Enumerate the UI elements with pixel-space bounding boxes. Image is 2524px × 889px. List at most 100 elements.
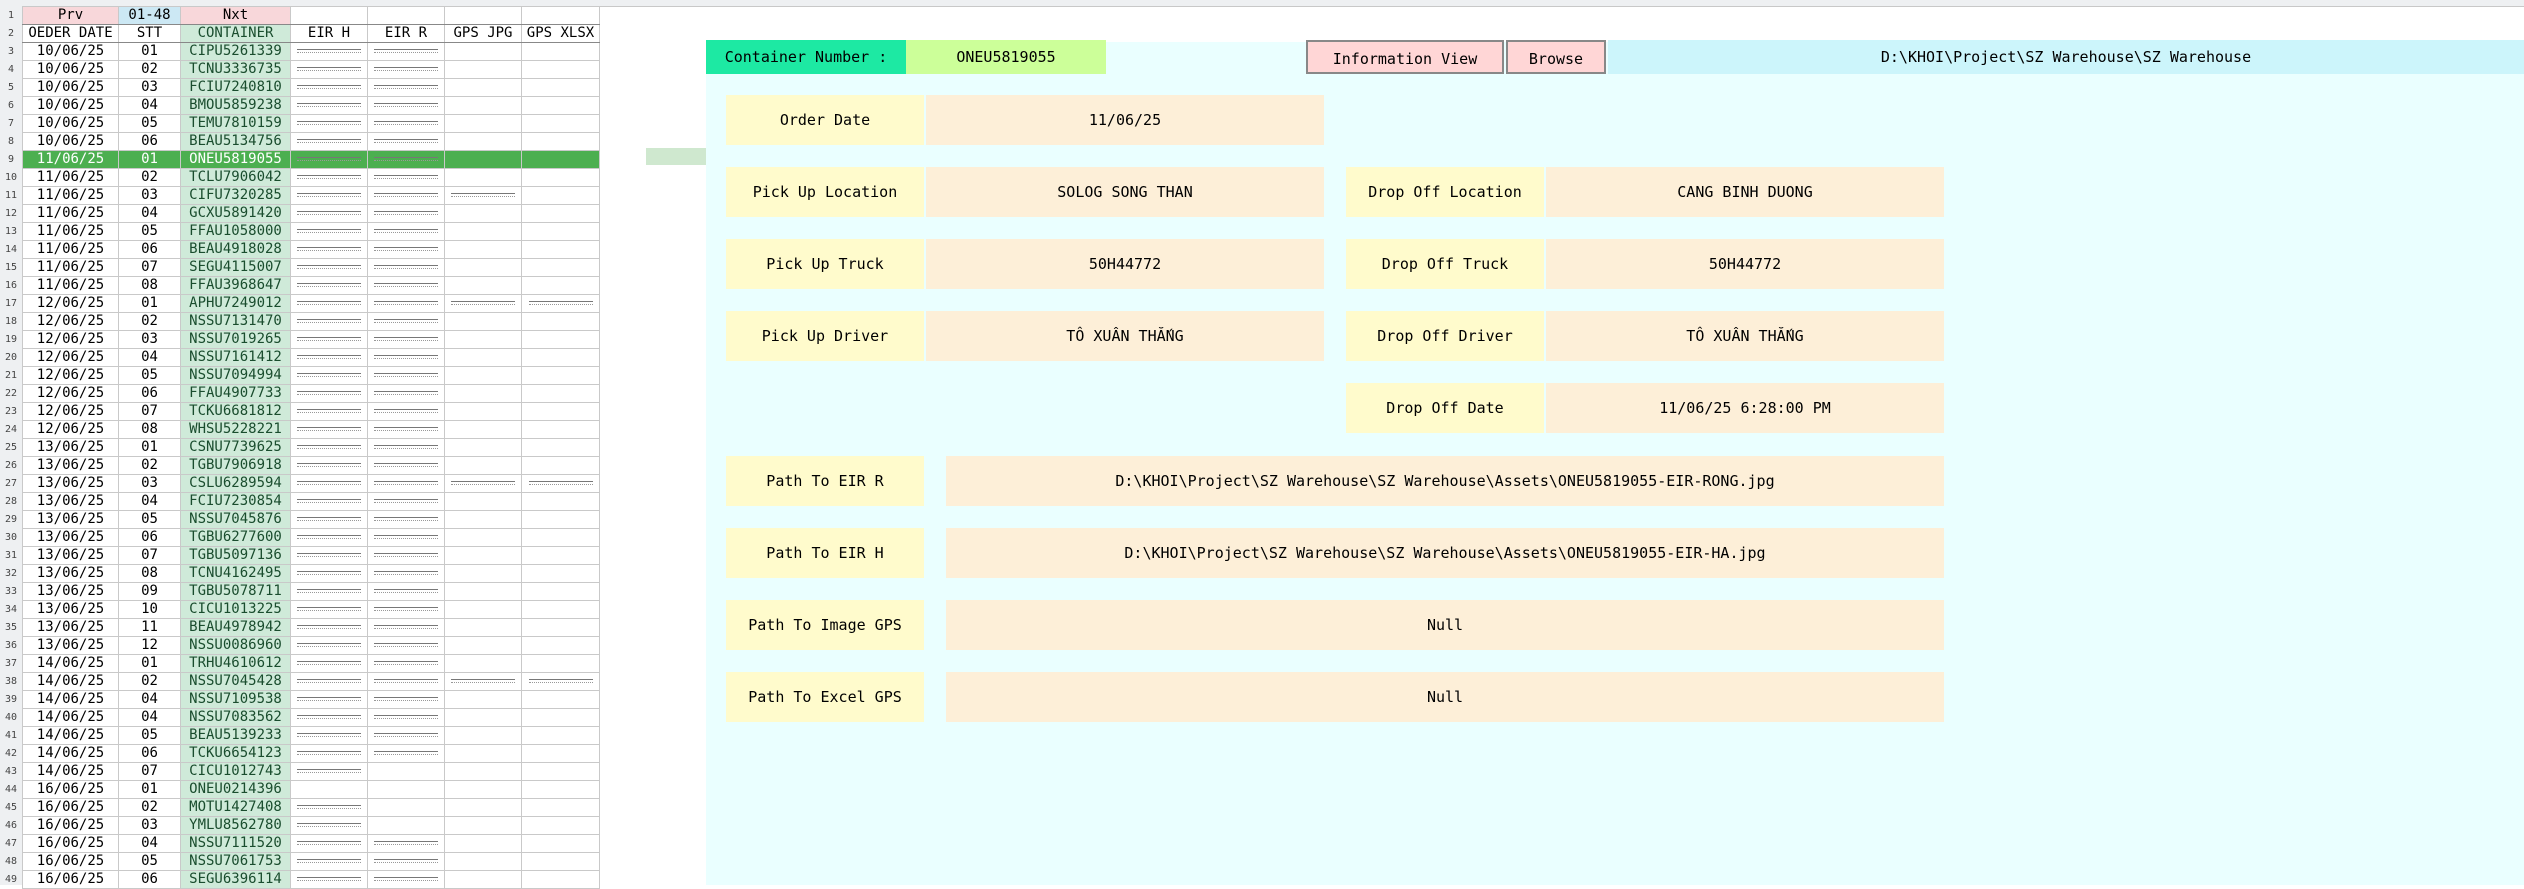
gps-jpg-cell[interactable] <box>444 168 522 187</box>
stt-cell[interactable]: 04 <box>118 708 181 727</box>
container-cell[interactable]: CIPU5261339 <box>180 42 291 61</box>
order-date-cell[interactable]: 13/06/25 <box>22 474 119 493</box>
container-cell[interactable]: NSSU7019265 <box>180 330 291 349</box>
stt-cell[interactable]: 03 <box>118 186 181 205</box>
eir-r-cell[interactable] <box>367 240 445 259</box>
stt-cell[interactable]: 04 <box>118 96 181 115</box>
table-row[interactable]: 13/06/25 09 TGBU5078711 <box>22 582 600 601</box>
gps-xlsx-cell[interactable] <box>521 618 600 637</box>
gps-xlsx-cell[interactable] <box>521 510 600 529</box>
eir-r-cell[interactable] <box>367 798 445 817</box>
eir-r-cell[interactable] <box>367 618 445 637</box>
table-row[interactable]: 12/06/25 04 NSSU7161412 <box>22 348 600 367</box>
eir-h-cell[interactable] <box>290 690 368 709</box>
eir-r-cell[interactable] <box>367 330 445 349</box>
stt-cell[interactable]: 07 <box>118 402 181 421</box>
container-cell[interactable]: NSSU7111520 <box>180 834 291 853</box>
gps-xlsx-cell[interactable] <box>521 42 600 61</box>
container-cell[interactable]: NSSU7131470 <box>180 312 291 331</box>
eir-h-cell[interactable] <box>290 258 368 277</box>
row-number[interactable]: 40 <box>0 709 22 727</box>
gps-jpg-cell[interactable] <box>444 546 522 565</box>
eir-h-cell[interactable] <box>290 708 368 727</box>
gps-jpg-cell[interactable] <box>444 402 522 421</box>
row-number[interactable]: 16 <box>0 277 22 295</box>
stt-cell[interactable]: 03 <box>118 474 181 493</box>
eir-h-cell[interactable] <box>290 564 368 583</box>
row-number[interactable]: 32 <box>0 565 22 583</box>
container-cell[interactable]: ONEU0214396 <box>180 780 291 799</box>
gps-xlsx-cell[interactable] <box>521 726 600 745</box>
order-date-cell[interactable]: 10/06/25 <box>22 132 119 151</box>
order-date-cell[interactable]: 13/06/25 <box>22 582 119 601</box>
table-row[interactable]: 10/06/25 05 TEMU7810159 <box>22 114 600 133</box>
table-row[interactable]: 14/06/25 02 NSSU7045428 <box>22 672 600 691</box>
gps-xlsx-cell[interactable] <box>521 276 600 295</box>
eir-r-cell[interactable] <box>367 438 445 457</box>
gps-jpg-cell[interactable] <box>444 528 522 547</box>
order-date-cell[interactable]: 12/06/25 <box>22 312 119 331</box>
row-number[interactable]: 15 <box>0 259 22 277</box>
eir-h-cell[interactable] <box>290 78 368 97</box>
stt-cell[interactable]: 02 <box>118 672 181 691</box>
gps-jpg-cell[interactable] <box>444 222 522 241</box>
order-date-cell[interactable]: 11/06/25 <box>22 168 119 187</box>
table-row[interactable]: 14/06/25 04 NSSU7083562 <box>22 708 600 727</box>
table-row[interactable]: 13/06/25 12 NSSU0086960 <box>22 636 600 655</box>
gps-jpg-cell[interactable] <box>444 330 522 349</box>
eir-h-cell[interactable] <box>290 384 368 403</box>
order-date-cell[interactable]: 16/06/25 <box>22 834 119 853</box>
order-date-cell[interactable]: 11/06/25 <box>22 276 119 295</box>
order-date-cell[interactable]: 10/06/25 <box>22 60 119 79</box>
table-row[interactable]: 14/06/25 06 TCKU6654123 <box>22 744 600 763</box>
row-number[interactable]: 41 <box>0 727 22 745</box>
pickup-driver-value[interactable]: TÔ XUÂN THẮNG <box>926 311 1324 361</box>
stt-cell[interactable]: 04 <box>118 492 181 511</box>
container-cell[interactable]: TCNU3336735 <box>180 60 291 79</box>
order-date-value[interactable]: 11/06/25 <box>926 95 1324 145</box>
gps-jpg-cell[interactable] <box>444 510 522 529</box>
order-date-cell[interactable]: 13/06/25 <box>22 492 119 511</box>
eir-h-cell[interactable] <box>290 204 368 223</box>
eir-r-cell[interactable] <box>367 132 445 151</box>
eir-h-cell[interactable] <box>290 420 368 439</box>
table-row[interactable]: 11/06/25 07 SEGU4115007 <box>22 258 600 277</box>
gps-jpg-cell[interactable] <box>444 384 522 403</box>
gps-xlsx-cell[interactable] <box>521 672 600 691</box>
table-row[interactable]: 13/06/25 03 CSLU6289594 <box>22 474 600 493</box>
table-row[interactable]: 13/06/25 10 CICU1013225 <box>22 600 600 619</box>
eir-r-cell[interactable] <box>367 762 445 781</box>
gps-xlsx-cell[interactable] <box>521 798 600 817</box>
gps-jpg-cell[interactable] <box>444 132 522 151</box>
table-row[interactable]: 16/06/25 01 ONEU0214396 <box>22 780 600 799</box>
container-cell[interactable]: MOTU1427408 <box>180 798 291 817</box>
row-number[interactable]: 13 <box>0 223 22 241</box>
gps-jpg-cell[interactable] <box>444 438 522 457</box>
eir-h-cell[interactable] <box>290 42 368 61</box>
table-row[interactable]: 16/06/25 06 SEGU6396114 <box>22 870 600 889</box>
gps-xlsx-cell[interactable] <box>521 654 600 673</box>
table-row[interactable]: 13/06/25 05 NSSU7045876 <box>22 510 600 529</box>
eir-r-cell[interactable] <box>367 150 445 169</box>
gps-jpg-cell[interactable] <box>444 78 522 97</box>
gps-xlsx-cell[interactable] <box>521 870 600 889</box>
stt-cell[interactable]: 02 <box>118 60 181 79</box>
gps-xlsx-cell[interactable] <box>521 816 600 835</box>
table-row[interactable]: 13/06/25 08 TCNU4162495 <box>22 564 600 583</box>
container-cell[interactable]: SEGU6396114 <box>180 870 291 889</box>
gps-jpg-cell[interactable] <box>444 744 522 763</box>
order-date-cell[interactable]: 12/06/25 <box>22 384 119 403</box>
gps-jpg-cell[interactable] <box>444 600 522 619</box>
row-number[interactable]: 19 <box>0 331 22 349</box>
row-number[interactable]: 5 <box>0 79 22 97</box>
stt-cell[interactable]: 03 <box>118 330 181 349</box>
path-gps-excel-value[interactable]: Null <box>946 672 1944 722</box>
gps-xlsx-cell[interactable] <box>521 96 600 115</box>
gps-xlsx-cell[interactable] <box>521 348 600 367</box>
row-number[interactable]: 6 <box>0 97 22 115</box>
eir-h-cell[interactable] <box>290 132 368 151</box>
table-row[interactable]: 11/06/25 08 FFAU3968647 <box>22 276 600 295</box>
stt-cell[interactable]: 03 <box>118 816 181 835</box>
stt-cell[interactable]: 06 <box>118 528 181 547</box>
order-date-cell[interactable]: 14/06/25 <box>22 744 119 763</box>
